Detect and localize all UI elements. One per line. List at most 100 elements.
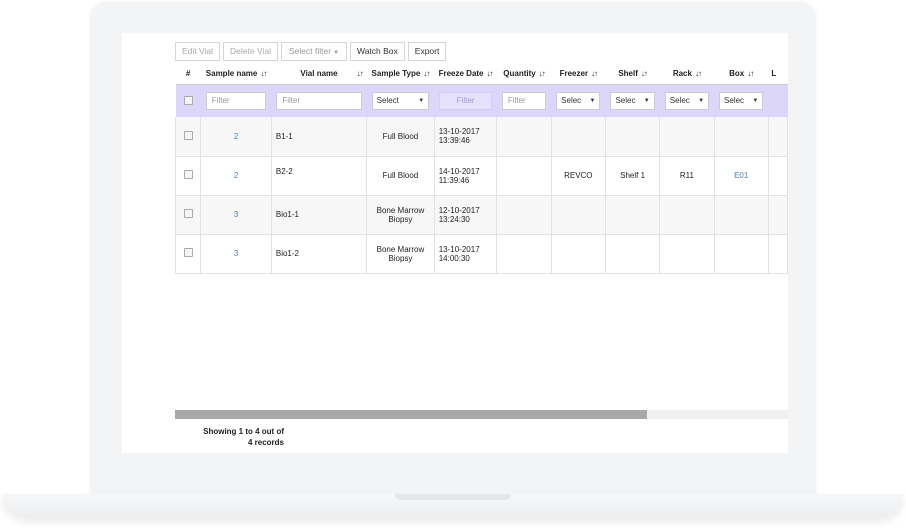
select-all-checkbox[interactable] xyxy=(183,95,193,105)
col-sample-name-header[interactable]: Sample name ↓↑ xyxy=(200,64,272,85)
chevron-down-icon: ▼ xyxy=(418,97,425,104)
col-freeze-date-header[interactable]: Freeze Date ↓↑ xyxy=(434,64,497,85)
freeze-date-value: 14-10-2017 xyxy=(438,166,480,176)
rack-cell xyxy=(659,117,715,157)
box-filter-value: Selec xyxy=(724,95,745,105)
rack-filter-select[interactable]: Selec ▼ xyxy=(664,91,710,110)
chevron-down-icon: ▼ xyxy=(698,97,705,104)
horizontal-scrollbar[interactable] xyxy=(175,410,788,419)
freeze-date-value: 13-10-2017 xyxy=(438,244,480,254)
rack-cell xyxy=(659,234,715,274)
watch-box-button[interactable]: Watch Box xyxy=(349,42,405,61)
row-checkbox[interactable] xyxy=(183,248,193,257)
freeze-time-value: 13:39:46 xyxy=(438,136,470,146)
freeze-date-cell: 14-10-2017 11:39:46 xyxy=(434,156,498,196)
sort-icon[interactable]: ↓↑ xyxy=(487,69,494,78)
row-checkbox[interactable] xyxy=(183,170,193,179)
freeze-time-value: 13:24:30 xyxy=(438,214,470,224)
sample-name-link[interactable]: 2 xyxy=(234,132,238,141)
sample-name-filter-input[interactable]: Filter xyxy=(205,91,267,110)
table-row[interactable]: 3 Bio1-2 Bone Marrow Biopsy 13-10-2017 14… xyxy=(174,234,788,274)
col-shelf-header[interactable]: Shelf ↓↑ xyxy=(605,64,660,85)
quantity-cell xyxy=(496,234,552,274)
delete-vial-button[interactable]: Delete Vial xyxy=(223,42,278,61)
freeze-date-cell: 12-10-2017 13:24:30 xyxy=(434,195,498,235)
sample-name-link[interactable]: 3 xyxy=(234,210,238,219)
edit-vial-button[interactable]: Edit Vial xyxy=(175,42,221,61)
vial-name-cell: Bio1-1 xyxy=(271,195,368,235)
freeze-date-filter-input[interactable]: Filter xyxy=(439,91,492,110)
col-sample-type-label: Sample Type xyxy=(371,69,421,79)
sample-type-cell: Bone Marrow Biopsy xyxy=(366,195,435,235)
table-row[interactable]: 2 B1-1 Full Blood 13-10-2017 13:39:46 xyxy=(174,117,788,157)
sample-name-link[interactable]: 3 xyxy=(234,249,238,258)
sample-type-cell: Full Blood xyxy=(366,117,435,157)
row-checkbox[interactable] xyxy=(183,130,193,140)
col-quantity-header[interactable]: Quantity ↓↑ xyxy=(496,64,552,85)
col-box-label: Box xyxy=(729,69,745,79)
freezer-filter-select[interactable]: Selec ▼ xyxy=(556,91,601,110)
rack-filter-value: Selec xyxy=(669,95,690,105)
shelf-filter-value: Selec xyxy=(615,95,636,105)
col-rack-header[interactable]: Rack ↓↑ xyxy=(659,64,715,85)
col-index-label: # xyxy=(185,69,191,79)
rack-cell: R11 xyxy=(659,156,715,196)
sort-icon[interactable]: ↓↑ xyxy=(695,69,702,78)
box-filter-select[interactable]: Selec ▼ xyxy=(719,91,764,110)
app-screen: Edit Vial Delete Vial Select filter ▼ Wat… xyxy=(122,33,788,453)
sort-icon[interactable]: ↓↑ xyxy=(423,69,430,78)
col-extra-header[interactable]: L xyxy=(768,64,788,85)
vial-name-filter-input[interactable]: Filter xyxy=(276,91,362,110)
sample-type-filter-value: Select xyxy=(376,95,399,105)
chevron-down-icon: ▼ xyxy=(643,97,650,104)
col-vial-name-header[interactable]: Vial name ↓↑ xyxy=(271,64,367,85)
col-shelf-label: Shelf xyxy=(618,69,638,79)
scrollbar-thumb[interactable] xyxy=(175,410,647,419)
freeze-date-cell: 13-10-2017 13:39:46 xyxy=(434,117,498,157)
chevron-down-icon: ▼ xyxy=(589,97,596,104)
col-box-header[interactable]: Box ↓↑ xyxy=(714,64,769,85)
col-sample-type-header[interactable]: Sample Type ↓↑ xyxy=(366,64,435,85)
shelf-cell: Shelf 1 xyxy=(605,156,661,196)
vial-name-cell: Bio1-2 xyxy=(271,234,368,274)
header-row: # Sample name ↓↑ Vial name ↓↑ Sample Type ↓… xyxy=(175,64,788,85)
vials-table: # Sample name ↓↑ Vial name ↓↑ Sample Type ↓… xyxy=(174,64,788,274)
box-link[interactable]: E01 xyxy=(734,171,748,180)
freezer-cell xyxy=(551,195,606,235)
shelf-filter-select[interactable]: Selec ▼ xyxy=(610,91,655,110)
col-rack-label: Rack xyxy=(672,69,692,79)
quantity-cell xyxy=(496,117,552,157)
freezer-cell xyxy=(551,234,606,274)
quantity-cell xyxy=(496,195,552,235)
freezer-cell: REVCO xyxy=(551,156,606,196)
select-filter-dropdown[interactable]: Select filter ▼ xyxy=(280,42,347,61)
row-checkbox[interactable] xyxy=(183,209,193,218)
sort-icon[interactable]: ↓↑ xyxy=(591,69,598,78)
extra-filter-cell xyxy=(768,84,788,117)
col-freezer-label: Freezer xyxy=(559,69,589,79)
table-row[interactable]: 3 Bio1-1 Bone Marrow Biopsy 12-10-2017 13… xyxy=(174,195,788,235)
export-button[interactable]: Export xyxy=(407,42,447,61)
col-quantity-label: Quantity xyxy=(503,69,536,79)
vial-name-cell: B1-1 xyxy=(271,117,368,157)
vial-name-cell: B2-2 xyxy=(271,156,368,196)
col-sample-name-label: Sample name xyxy=(205,69,258,79)
rack-cell xyxy=(659,195,715,235)
sort-icon[interactable]: ↓↑ xyxy=(260,69,267,78)
freeze-date-value: 13-10-2017 xyxy=(438,127,480,137)
sort-icon[interactable]: ↓↑ xyxy=(641,69,648,78)
sort-icon[interactable]: ↓↑ xyxy=(357,69,364,78)
freezer-filter-value: Selec xyxy=(561,95,582,105)
table-row[interactable]: 2 B2-2 Full Blood 14-10-2017 11:39:46 REV… xyxy=(174,156,788,196)
col-freeze-date-label: Freeze Date xyxy=(438,69,484,79)
sample-name-link[interactable]: 2 xyxy=(234,171,238,180)
quantity-cell xyxy=(496,156,552,196)
freezer-cell xyxy=(551,117,606,157)
col-freezer-header[interactable]: Freezer ↓↑ xyxy=(551,64,606,85)
sort-icon[interactable]: ↓↑ xyxy=(539,69,546,78)
laptop-notch xyxy=(395,494,511,500)
sort-icon[interactable]: ↓↑ xyxy=(747,69,754,78)
sample-type-filter-select[interactable]: Select ▼ xyxy=(371,91,430,110)
filter-row: Filter Filter Select ▼ Filter Filter Sele… xyxy=(175,84,788,117)
quantity-filter-input[interactable]: Filter xyxy=(501,91,547,110)
